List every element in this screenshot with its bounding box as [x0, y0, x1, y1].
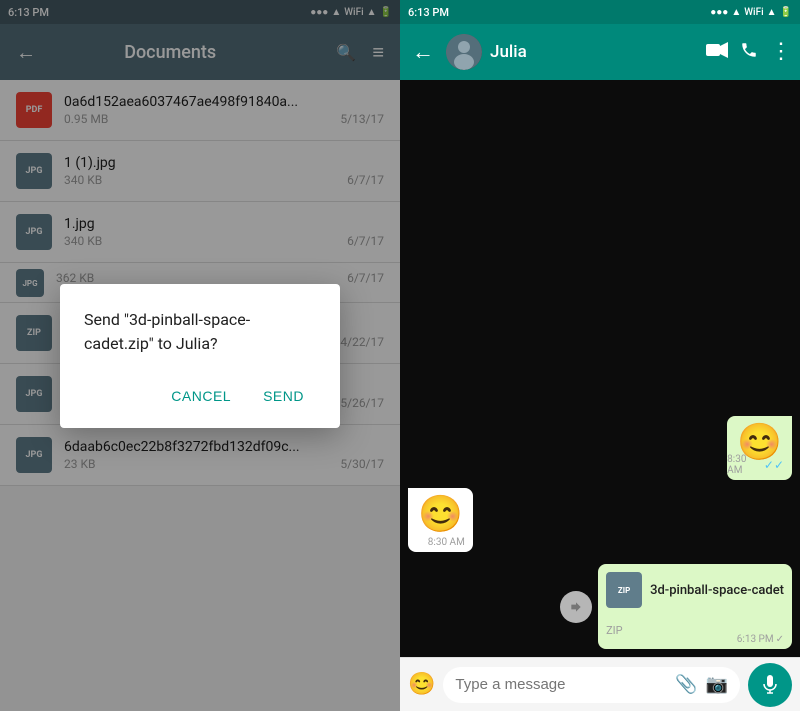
msg-meta-received: 8:30 AM [428, 537, 465, 548]
video-call-button[interactable] [706, 42, 728, 63]
dialog-message: Send "3d-pinball-space-cadet.zip" to Jul… [84, 308, 316, 356]
message-input[interactable] [455, 676, 667, 693]
file-message-row: ZIP 3d-pinball-space-cadet ZIP 6:13 PM ✓ [408, 564, 792, 649]
chat-header: ← Julia ⋮ [400, 24, 800, 80]
double-tick-icon: ✓✓ [764, 458, 784, 472]
chat-back-button[interactable]: ← [408, 35, 438, 69]
more-options-button[interactable]: ⋮ [770, 41, 792, 63]
chat-body: 😊 8:30 AM ✓✓ 😊 8:30 AM [400, 80, 800, 657]
status-bar-right: 6:13 PM ●●● ▲ WiFi ▲ 🔋 [400, 0, 800, 24]
sent-message: 😊 8:30 AM ✓✓ [408, 416, 792, 480]
right-panel: 6:13 PM ●●● ▲ WiFi ▲ 🔋 ← Julia [400, 0, 800, 711]
chat-header-icons: ⋮ [706, 41, 792, 64]
voice-call-button[interactable] [740, 41, 758, 64]
contact-name: Julia [490, 42, 698, 62]
msg-meta-sent: 8:30 AM ✓✓ [727, 454, 784, 476]
file-bubble-inner: ZIP 3d-pinball-space-cadet [606, 572, 784, 608]
camera-button[interactable]: 📷 [706, 674, 728, 695]
emoji-received: 😊 [418, 496, 463, 532]
avatar-image [446, 34, 482, 70]
zip-file-icon: ZIP [606, 572, 642, 608]
dialog-overlay: Send "3d-pinball-space-cadet.zip" to Jul… [0, 0, 400, 711]
dialog-actions: CANCEL SEND [84, 380, 316, 420]
bubble-sent: 😊 8:30 AM ✓✓ [727, 416, 792, 480]
single-tick-icon: ✓ [776, 634, 784, 645]
forward-button[interactable] [560, 591, 592, 623]
input-bar: 😊 📎 📷 [400, 657, 800, 711]
messages-area: 😊 8:30 AM ✓✓ 😊 8:30 AM [408, 416, 792, 649]
contact-avatar [446, 34, 482, 70]
received-message: 😊 8:30 AM [408, 488, 792, 552]
mic-button[interactable] [748, 663, 792, 707]
attach-button[interactable]: 📎 [675, 674, 697, 695]
message-input-wrapper: 📎 📷 [443, 667, 740, 703]
emoji-picker-button[interactable]: 😊 [408, 672, 435, 697]
left-panel: 6:13 PM ●●● ▲ WiFi ▲ 🔋 ← Documents 🔍 ≡ P… [0, 0, 400, 711]
bubble-received: 😊 8:30 AM [408, 488, 473, 552]
status-icons-right: ●●● ▲ WiFi ▲ 🔋 [710, 7, 792, 18]
confirm-dialog: Send "3d-pinball-space-cadet.zip" to Jul… [60, 284, 340, 428]
file-bubble-details: 3d-pinball-space-cadet [650, 583, 784, 598]
time-right: 6:13 PM [408, 6, 449, 19]
file-bubble: ZIP 3d-pinball-space-cadet ZIP 6:13 PM ✓ [598, 564, 792, 649]
file-msg-meta: 6:13 PM ✓ [737, 634, 784, 645]
cancel-button[interactable]: CANCEL [159, 380, 243, 412]
send-button[interactable]: SEND [251, 380, 316, 412]
file-bubble-name: 3d-pinball-space-cadet [650, 583, 784, 598]
chat-wallpaper: 😊 8:30 AM ✓✓ 😊 8:30 AM [400, 80, 800, 657]
